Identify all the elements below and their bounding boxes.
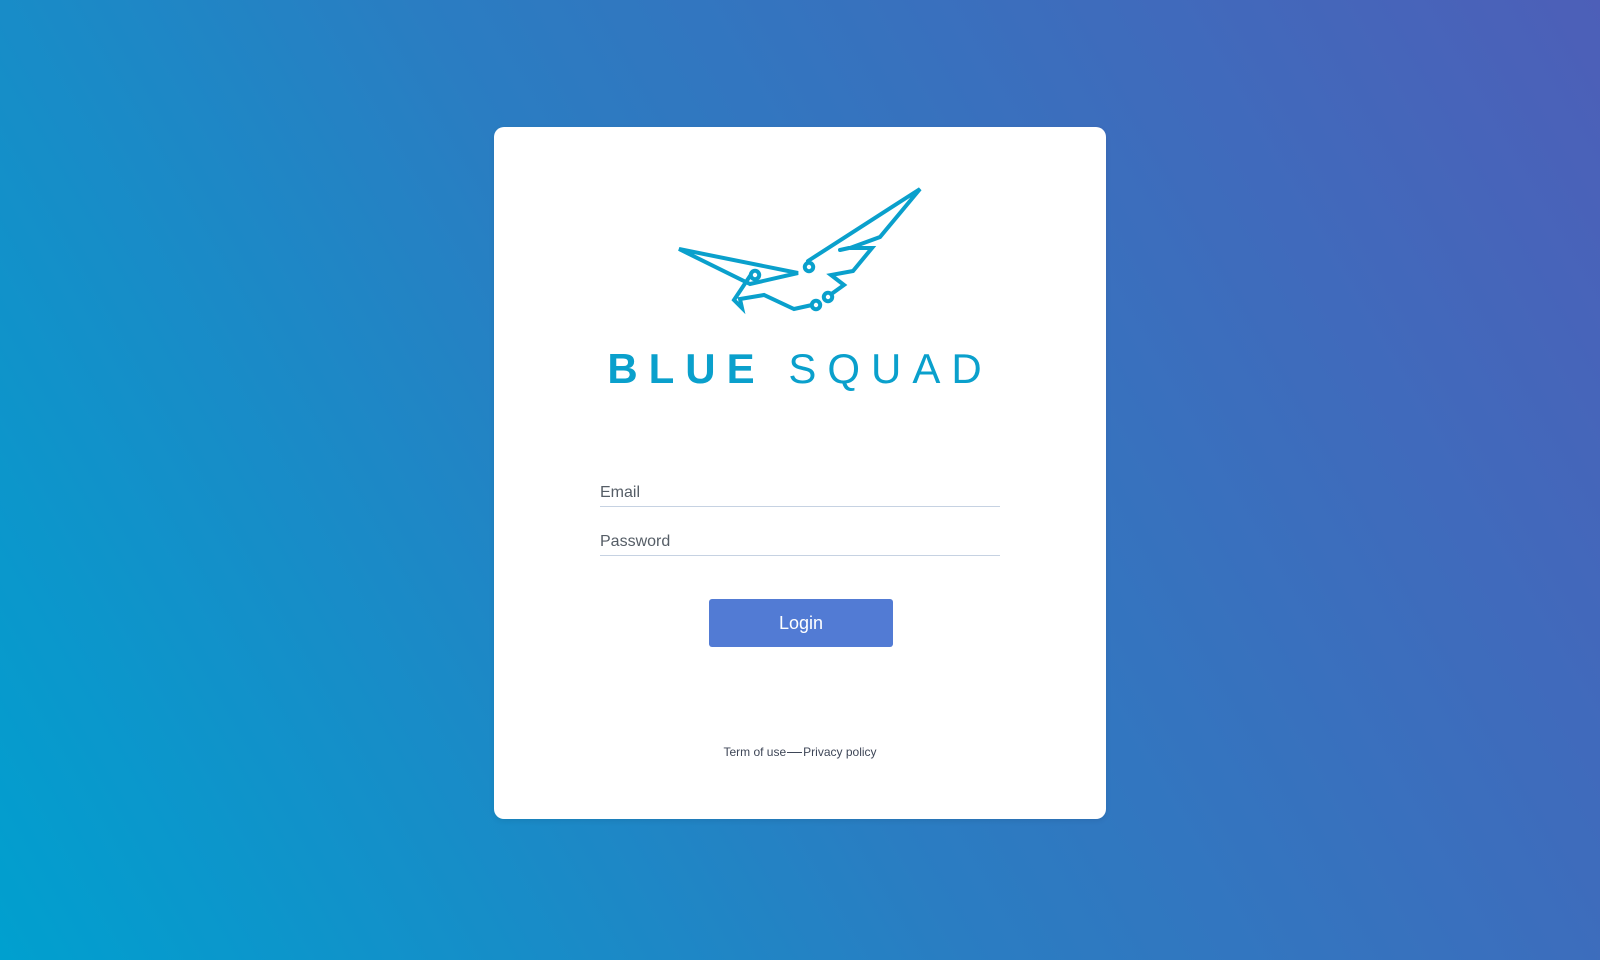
- password-field-container: [600, 525, 1000, 556]
- email-input[interactable]: [600, 484, 1000, 502]
- brand-word-squad: SQUAD: [788, 345, 993, 392]
- login-card: BLUE SQUAD Login Term of use Privacy poli…: [494, 127, 1106, 819]
- password-input[interactable]: [600, 533, 1000, 551]
- brand-name: BLUE SQUAD: [494, 345, 1106, 393]
- email-field-container: [600, 476, 1000, 507]
- footer-separator: [787, 752, 803, 754]
- brand-word-blue: BLUE: [607, 345, 766, 392]
- privacy-policy-link[interactable]: Privacy policy: [803, 745, 876, 759]
- footer-links: Term of use Privacy policy: [494, 745, 1106, 759]
- terms-of-use-link[interactable]: Term of use: [723, 745, 786, 759]
- login-button[interactable]: Login: [709, 599, 893, 647]
